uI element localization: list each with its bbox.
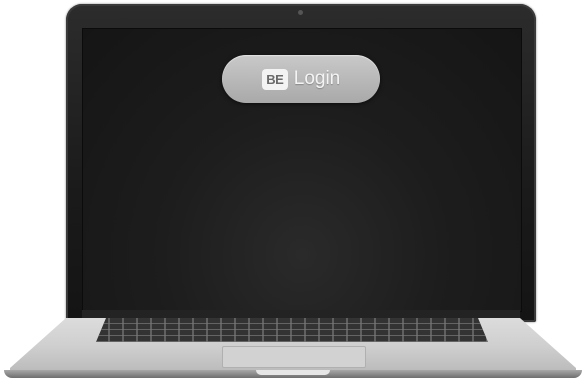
trackpad [222,346,366,368]
lid-opening-notch [256,370,330,375]
laptop-lid [66,4,536,322]
be-logo-icon: BE [261,68,288,90]
camera-icon [298,10,303,15]
keyboard-rows [96,318,488,342]
login-button[interactable]: BE Login [222,55,380,103]
laptop: BE Login [0,0,585,385]
login-label: Login [293,68,341,89]
